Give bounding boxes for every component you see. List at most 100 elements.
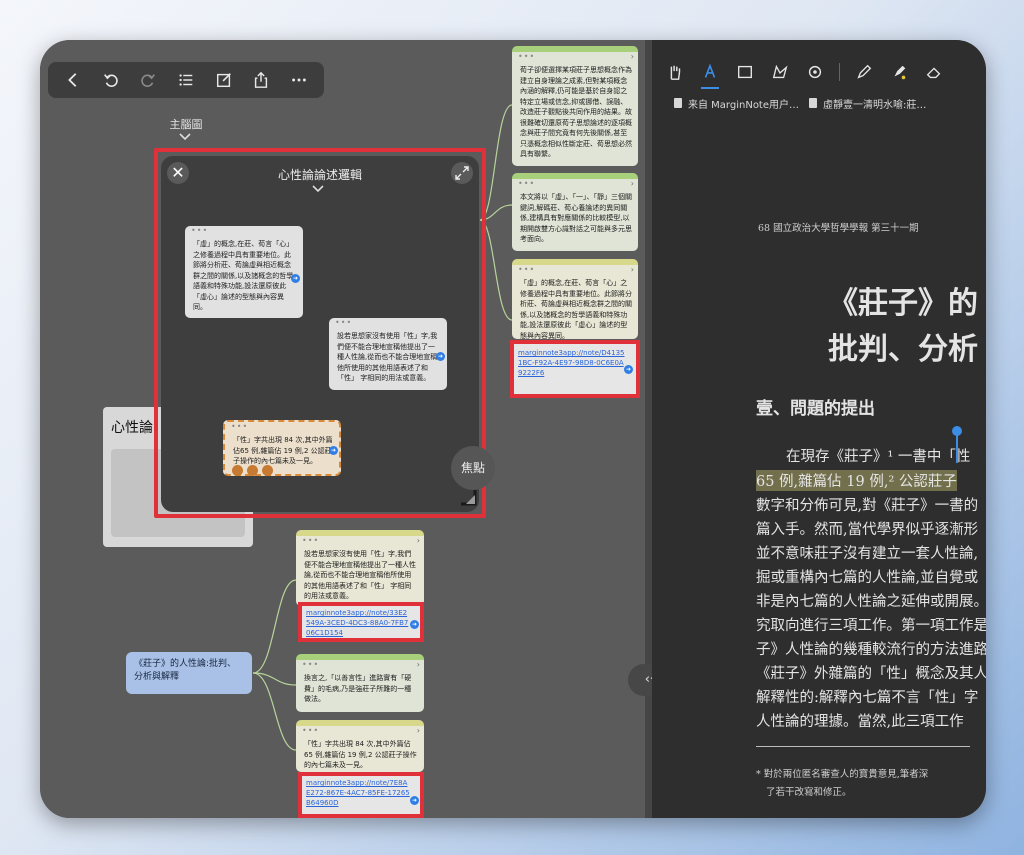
marker-icon[interactable] (888, 61, 910, 83)
note-text: 本文將以「虛」、「一」、「靜」三個關鍵詞,解碼莊、荀心養論述的異同關係,建構具有… (520, 193, 632, 243)
drag-handle-icon[interactable]: ••• (191, 227, 208, 235)
edit-icon[interactable] (210, 66, 238, 94)
hand-icon[interactable] (664, 61, 686, 83)
eraser-icon[interactable] (923, 61, 945, 83)
paragraph-line[interactable]: 在現存《莊子》¹ 一書中「性 (786, 445, 970, 466)
note-card[interactable]: ••• 「虛」的概念,在莊、荀言「心」之修養過程中具有重要地位。此節將分析莊、荀… (185, 226, 303, 318)
share-icon[interactable] (247, 66, 275, 94)
note-card[interactable]: ••• › 「性」字共出現 84 次,其中外篇佔65 例,雜篇佔 19 例,2 公… (296, 720, 424, 772)
chevron-down-icon[interactable] (311, 184, 325, 194)
note-text: 「性」字共出現 84 次,其中外篇佔65 例,雜篇佔 19 例,2 公認莊子操作… (233, 436, 333, 465)
tab-document[interactable]: 虛靜壹一清明水喻:莊… (809, 96, 926, 111)
main-map-label[interactable]: 主腦圖 (152, 116, 220, 132)
footnote-line: * 對於兩位匿名審查人的寶貴意見,筆者深 (756, 769, 929, 780)
undo-icon[interactable] (97, 66, 125, 94)
selection-caret (956, 433, 958, 463)
arrow-right-icon[interactable]: ➜ (291, 274, 300, 283)
paragraph-line[interactable]: 篇入手。然而,當代學界似乎逐漸形 (756, 518, 978, 539)
paragraph-line[interactable]: 《莊子》外雜篇的「性」概念及其人 (756, 662, 986, 683)
note-card[interactable]: ••• › 本文將以「虛」、「一」、「靜」三個關鍵詞,解碼莊、荀心養論述的異同關係… (512, 173, 638, 251)
paragraph-line[interactable]: 人性論的理據。當然,此三項工作 (756, 710, 964, 731)
note-action-icon[interactable] (262, 465, 273, 476)
tab-document[interactable]: 来自 MarginNote用户… (674, 96, 799, 111)
paragraph-line-highlighted[interactable]: 65 例,雜篇佔 19 例,² 公認莊子 (756, 470, 957, 491)
document-tabs: 来自 MarginNote用户… 虛靜壹一清明水喻:莊… (652, 92, 986, 114)
note-card[interactable]: ••• 設若思想家沒有使用「性」字,我們便不能合理地宣稱他提出了一種人性論,從而… (329, 318, 447, 390)
note-link[interactable]: marginnote3app://note/D41351BC-F92A-4E97… (518, 348, 628, 378)
document-icon (674, 98, 682, 108)
arrow-right-icon[interactable]: ➜ (329, 446, 338, 455)
drag-handle-icon[interactable]: ••• (335, 319, 352, 327)
chevron-right-icon[interactable]: › (417, 726, 420, 737)
chevron-right-icon[interactable]: › (631, 265, 634, 276)
pen-icon[interactable] (853, 61, 875, 83)
shape-settings-icon[interactable] (804, 61, 826, 83)
chevron-down-icon[interactable] (178, 132, 192, 142)
paragraph-line[interactable]: 子》人性論的幾種較流行的方法進路 (756, 638, 986, 659)
arrow-right-icon[interactable]: ➜ (410, 796, 419, 805)
drag-handle-icon[interactable]: ••• (518, 266, 535, 274)
note-text: 「虛」的概念,在莊、荀言「心」之修養過程中具有重要地位。此節將分析莊、荀論虛與相… (193, 240, 294, 311)
article-title-line: 批判、分析 (828, 332, 978, 367)
lasso-icon[interactable] (769, 61, 791, 83)
paragraph-line[interactable]: 究取向進行三項工作。第一項工作是 (756, 614, 986, 635)
text-highlight-icon[interactable] (699, 61, 721, 89)
note-text: 荀子卻便選擇某項莊子思想概念作為建立自身理論之成素,但對某項概念內涵的解釋,仍可… (520, 66, 632, 158)
back-icon[interactable] (59, 66, 87, 94)
redo-icon[interactable] (134, 66, 162, 94)
resize-handle-icon[interactable] (459, 488, 477, 506)
note-text: 設若思想家沒有使用「性」字,我們便不能合理地宣稱他提出了一種人性論,從而也不能合… (337, 332, 438, 382)
drag-handle-icon[interactable]: ••• (302, 727, 319, 735)
note-link[interactable]: marginnote3app://note/7E8AE272-867E-4AC7… (306, 778, 410, 808)
toolbar-separator (839, 63, 840, 81)
mindmap-toolbar (48, 62, 324, 98)
arrow-right-icon[interactable]: ➜ (436, 352, 445, 361)
note-action-icon[interactable] (247, 465, 258, 476)
note-link[interactable]: marginnote3app://note/33E2549A-3CED-4DC3… (306, 608, 410, 638)
chevron-right-icon[interactable]: › (631, 179, 634, 190)
note-text: 設若思想家沒有使用「性」字,我們便不能合理地宣稱他提出了一種人性論,從而也不能合… (304, 550, 416, 600)
expand-icon[interactable] (451, 162, 473, 184)
app-window: 主腦圖 心性論 ••• › 荀子卻便選擇某項莊子思想概念作為建立自身理論之成素,但… (40, 40, 986, 818)
reader-toolbar (652, 54, 986, 90)
rect-select-icon[interactable] (734, 61, 756, 83)
paragraph-line[interactable]: 非是內七篇的人性論之延伸或開展。 (756, 590, 986, 611)
document-icon (809, 98, 818, 108)
arrow-right-icon[interactable]: ➜ (410, 620, 419, 629)
chevron-right-icon[interactable]: › (417, 536, 420, 547)
drag-handle-icon[interactable]: ••• (518, 180, 535, 188)
root-node[interactable]: 《莊子》的人性論:批判、分析與解釋 (126, 652, 252, 694)
footnote-line: 了若干改寫和修正。 (766, 787, 852, 798)
note-card[interactable]: ••• › 設若思想家沒有使用「性」字,我們便不能合理地宣稱他提出了一種人性論,從… (296, 530, 424, 606)
note-action-icon[interactable] (232, 465, 243, 476)
chevron-right-icon[interactable]: › (631, 52, 634, 63)
panel-title: 心性論論述邏輯 (277, 168, 362, 182)
note-card[interactable]: ••• › 「虛」的概念,在莊、荀言「心」之修養過程中具有重要地位。此節將分析莊、… (512, 259, 638, 340)
more-icon[interactable] (285, 66, 313, 94)
drag-handle-icon[interactable]: ••• (302, 537, 319, 545)
note-text: 「虛」的概念,在莊、荀言「心」之修養過程中具有重要地位。此節將分析莊、荀論虛與相… (520, 279, 632, 340)
chevron-right-icon[interactable]: › (417, 660, 420, 671)
journal-header: 68 國立政治大學哲學學報 第三十一期 (758, 223, 919, 234)
document-reader[interactable]: 来自 MarginNote用户… 虛靜壹一清明水喻:莊… 68 國立政治大學哲學… (652, 40, 986, 818)
note-text: 換言之,「以善言性」進路實有「硬費」的毛病,乃是強莊子所難的一種做法。 (304, 674, 412, 703)
section-heading: 壹、問題的提出 (756, 399, 875, 419)
paragraph-line[interactable]: 並不意味莊子沒有建立一套人性論, (756, 542, 978, 563)
note-text: 「性」字共出現 84 次,其中外篇佔65 例,雜篇佔 19 例,2 公認莊子操作… (304, 740, 417, 769)
drag-handle-icon[interactable]: ••• (518, 53, 535, 61)
note-card[interactable]: ••• › 荀子卻便選擇某項莊子思想概念作為建立自身理論之成素,但對某項概念內涵的… (512, 46, 638, 166)
note-card[interactable]: ••• › 換言之,「以善言性」進路實有「硬費」的毛病,乃是強莊子所難的一種做法。 (296, 654, 424, 712)
paragraph-line[interactable]: 掘或重構內七篇的人性論,並自覺或 (756, 566, 978, 587)
drag-handle-icon[interactable]: ••• (231, 423, 248, 431)
tab-label: 虛靜壹一清明水喻:莊… (823, 99, 927, 111)
node-title: 心性論 (111, 420, 153, 436)
floating-mindmap-panel[interactable]: ✕ 心性論論述邏輯 ••• 「虛」的概念,在莊、荀言「心」之修養過程中具有重要地… (161, 156, 495, 512)
list-icon[interactable] (172, 66, 200, 94)
arrow-right-icon[interactable]: ➜ (624, 365, 633, 374)
paragraph-line[interactable]: 解釋性的:解釋內七篇不言「性」字 (756, 686, 978, 707)
drag-handle-icon[interactable]: ••• (302, 661, 319, 669)
article-title-line: 《莊子》的 (828, 286, 978, 321)
focus-button[interactable]: 焦點 (451, 446, 495, 490)
mindmap-pane[interactable]: 主腦圖 心性論 ••• › 荀子卻便選擇某項莊子思想概念作為建立自身理論之成素,但… (40, 40, 652, 818)
paragraph-line[interactable]: 數字和分佈可見,對《莊子》一書的 (756, 494, 978, 515)
